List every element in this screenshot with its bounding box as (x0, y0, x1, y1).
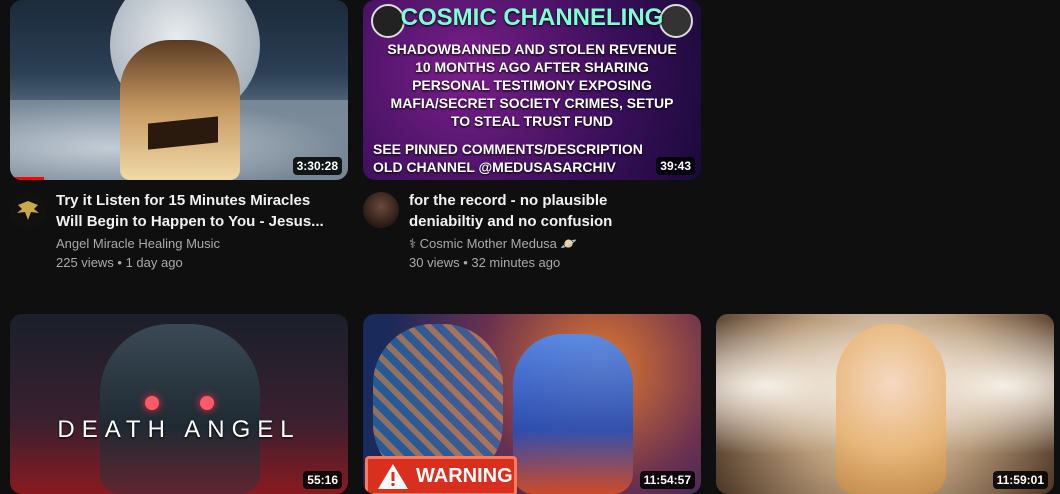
video-card[interactable]: COSMIC CHANNELING SHADOWBANNED AND STOLE… (363, 0, 701, 280)
warning-badge: WARNING (365, 456, 517, 494)
video-thumbnail[interactable]: 3:30:28 (10, 0, 348, 180)
warning-text: WARNING (416, 464, 513, 487)
video-stats: 30 views • 32 minutes ago (409, 255, 561, 270)
video-thumbnail[interactable]: 11:59:01 (716, 314, 1054, 494)
video-card[interactable]: 3:30:28 Try it Listen for 15 Minutes Mir… (10, 0, 348, 280)
red-eye-left (145, 396, 159, 410)
video-duration: 39:43 (656, 157, 695, 175)
video-thumbnail[interactable]: WARNING 11:54:57 (363, 314, 701, 494)
video-duration: 3:30:28 (292, 157, 342, 175)
video-thumbnail[interactable]: COSMIC CHANNELING SHADOWBANNED AND STOLE… (363, 0, 701, 180)
spine-figure-image (513, 334, 633, 494)
thumbnail-body-text: SHADOWBANNED AND STOLEN REVENUE 10 MONTH… (387, 41, 677, 129)
video-card[interactable]: WARNING 11:54:57 (363, 314, 701, 494)
thumbnail-title-text: DEATH ANGEL (57, 416, 301, 443)
channel-avatar[interactable] (363, 192, 399, 228)
video-card[interactable]: 11:59:01 (716, 314, 1054, 494)
warning-triangle-icon (378, 464, 408, 489)
cyborg-face-image (100, 324, 260, 494)
video-title[interactable]: for the record - no plausible deniabilti… (409, 190, 679, 232)
angel-emblem-icon (17, 201, 39, 220)
girl-portrait-image (836, 324, 946, 494)
channel-name[interactable]: Angel Miracle Healing Music (56, 236, 220, 251)
channel-name[interactable]: ⚕ Cosmic Mother Medusa 🪐 (409, 236, 577, 252)
video-card[interactable]: DEATH ANGEL 55:16 (10, 314, 348, 494)
video-duration: 55:16 (303, 471, 342, 489)
thumbnail-footer-text: SEE PINNED COMMENTS/DESCRIPTION OLD CHAN… (373, 141, 643, 175)
figure-reading-image (120, 40, 240, 180)
video-duration: 11:59:01 (992, 471, 1048, 489)
red-eye-right (200, 396, 214, 410)
video-stats: 225 views • 1 day ago (56, 255, 183, 270)
video-thumbnail[interactable]: DEATH ANGEL 55:16 (10, 314, 348, 494)
channel-avatar[interactable] (10, 192, 46, 228)
thumbnail-header-text: COSMIC CHANNELING (400, 4, 664, 31)
video-duration: 11:54:57 (639, 471, 695, 489)
video-title[interactable]: Try it Listen for 15 Minutes Miracles Wi… (56, 190, 326, 232)
